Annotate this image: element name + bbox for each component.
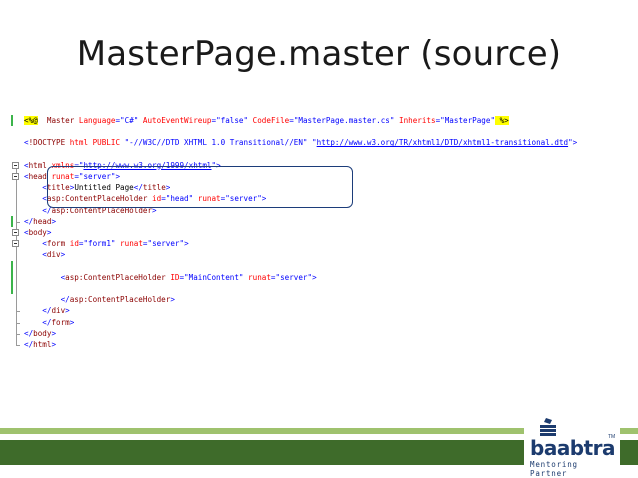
code-token: Inherits [394, 116, 436, 125]
code-line: </body> [24, 328, 56, 339]
logo-trademark: TM [608, 434, 616, 440]
code-line: <%@ Master Language="C#" AutoEventWireup… [24, 115, 509, 126]
code-token: id [65, 239, 79, 249]
code-token: > [51, 328, 57, 338]
code-token: > [51, 340, 57, 349]
code-token: "server" [147, 239, 185, 249]
outline-tick [16, 221, 20, 223]
code-token: Language [74, 116, 116, 125]
code-token: "MasterPage.master.cs" [293, 116, 395, 125]
code-token: AutoEventWireup [138, 116, 212, 125]
outline-tick [16, 333, 20, 335]
collapse-icon[interactable] [12, 229, 19, 236]
code-token: > [51, 216, 57, 226]
collapse-icon[interactable] [12, 173, 19, 180]
code-token: </ [24, 328, 34, 338]
code-line: </html> [24, 339, 56, 350]
code-token: > [69, 317, 75, 327]
code-token: PUBLIC [88, 138, 121, 148]
code-token: runat [243, 272, 271, 282]
code-token: "MainContent" [184, 272, 244, 282]
code-token: > [60, 250, 66, 260]
code-token: "C#" [120, 116, 139, 125]
code-line: <body> [24, 227, 51, 238]
code-token: div [51, 306, 66, 316]
code-line: </asp:ContentPlaceHolder> [24, 294, 175, 305]
code-token: > [184, 239, 189, 249]
change-marker [11, 115, 13, 127]
code-token: head [28, 172, 47, 181]
code-line: <form id="form1" runat="server"> [24, 238, 189, 249]
code-token: <%@ [24, 116, 38, 125]
code-line: </head> [24, 216, 56, 227]
baabtra-logo: baabtra TM Mentoring Partner [524, 416, 620, 478]
outline-line [16, 180, 17, 222]
code-line: <div> [24, 249, 65, 260]
code-token: </ [24, 340, 34, 349]
code-token: Master [46, 116, 75, 125]
code-token: html [65, 138, 89, 148]
code-token: !DOCTYPE [28, 138, 66, 148]
outline-tick [16, 322, 20, 324]
code-token: div [46, 250, 61, 260]
code-token: body [28, 228, 47, 237]
slide-title: MasterPage.master (source) [76, 34, 562, 74]
code-token: "MasterPage" [440, 116, 496, 125]
code-token: > [170, 295, 175, 305]
code-token: "form1" [83, 239, 116, 249]
code-token: " [307, 138, 317, 148]
code-token: </ [60, 295, 70, 305]
code-token: "-//W3C//DTD XHTML 1.0 Transitional//EN" [120, 138, 308, 148]
code-token: form [46, 239, 66, 249]
outline-tick [16, 345, 20, 346]
code-line: <!DOCTYPE html PUBLIC "-//W3C//DTD XHTML… [24, 137, 577, 148]
content-placeholder-callout [47, 166, 353, 208]
collapse-icon[interactable] [12, 161, 19, 169]
code-token: > [46, 228, 52, 237]
code-line: <asp:ContentPlaceHolder ID="MainContent"… [24, 272, 317, 283]
code-token: CodeFile [248, 116, 290, 125]
code-line: </div> [24, 305, 70, 316]
logo-tagline: Mentoring Partner [530, 460, 578, 478]
logo-wordmark: baabtra [530, 436, 616, 460]
code-editor-screenshot: <%@ Master Language="C#" AutoEventWireup… [10, 108, 632, 358]
change-marker [11, 215, 13, 227]
code-token: %> [495, 116, 509, 125]
code-token: body [33, 328, 52, 338]
change-marker [11, 260, 13, 295]
code-token: asp:ContentPlaceHolder [69, 295, 171, 305]
code-token: form [51, 317, 70, 327]
code-line: </form> [24, 317, 74, 328]
code-token: "server" [275, 272, 313, 282]
code-token: > [65, 306, 70, 316]
code-token: runat [115, 239, 143, 249]
logo-mark-icon [540, 418, 556, 436]
code-token: http://www.w3.org/TR/xhtml1/DTD/xhtml1-t… [316, 138, 569, 148]
code-token: ID [165, 272, 180, 282]
code-token: html [28, 160, 47, 170]
outline-line [16, 236, 17, 334]
code-token: > [312, 272, 317, 282]
code-token: </ [24, 216, 34, 226]
code-token: > [572, 138, 578, 148]
collapse-icon[interactable] [12, 240, 19, 248]
code-token: asp:ContentPlaceHolder [65, 272, 166, 282]
outline-tick [16, 311, 20, 313]
code-token: head [33, 216, 52, 226]
code-token: html [33, 340, 52, 349]
editor-gutter [10, 108, 24, 358]
code-token: "false" [216, 116, 249, 125]
